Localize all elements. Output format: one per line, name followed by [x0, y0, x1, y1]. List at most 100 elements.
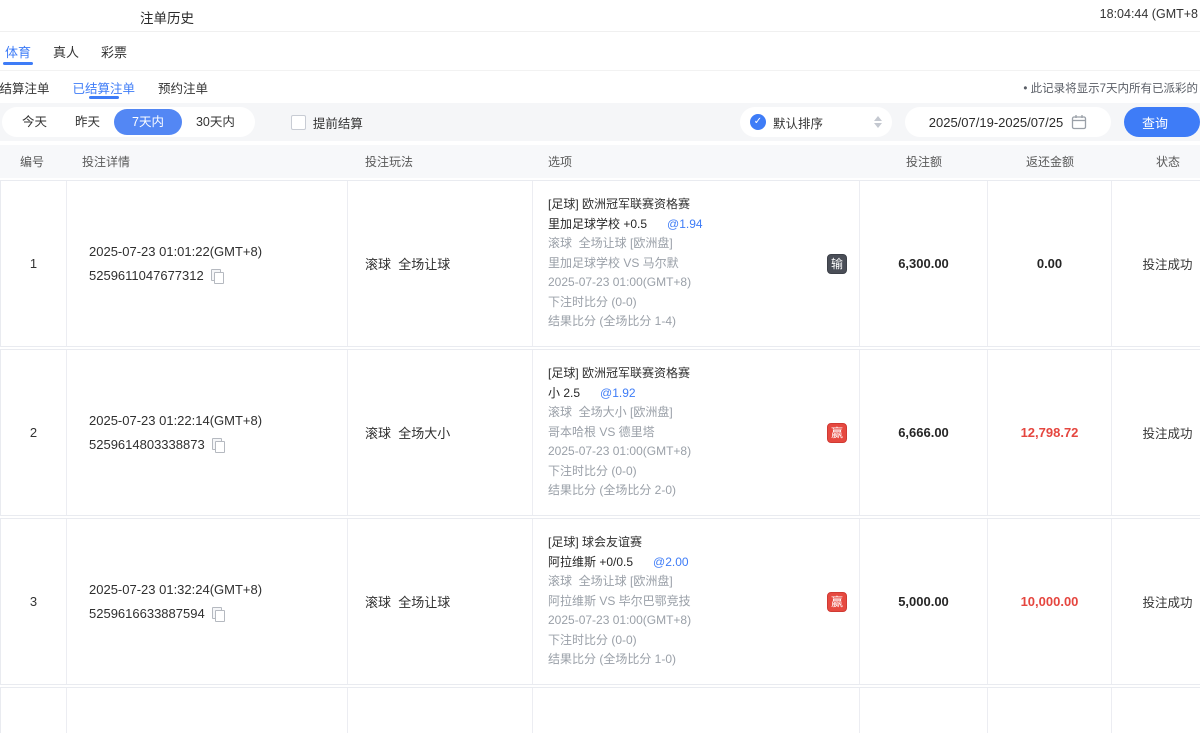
payout-value: 12,798.72: [1021, 425, 1079, 440]
option-market: 滚球 全场让球 [欧洲盘]: [548, 234, 815, 254]
option-market: 滚球 全场大小 [欧洲盘]: [548, 403, 815, 423]
cell-payout: 12,798.72: [988, 350, 1112, 515]
option-pick: 小 2.5: [548, 384, 580, 404]
table-body: 1 2025-07-23 01:01:22(GMT+8) 52596110476…: [0, 180, 1200, 733]
tab-lottery[interactable]: 彩票: [101, 32, 127, 70]
option-result-score: 结果比分 (全场比分 2-0): [548, 481, 815, 501]
cell-number: [0, 688, 67, 733]
category-tabs: 体育 真人 彩票: [0, 32, 1200, 71]
row-number: 2: [30, 425, 37, 440]
option-match: 阿拉维斯 VS 毕尔巴鄂竞技: [548, 592, 815, 612]
date-quick-filter-group: 今天 昨天 7天内 30天内: [2, 107, 255, 137]
early-settle-checkbox[interactable]: [291, 115, 306, 130]
option-odds: @2.00: [653, 553, 689, 573]
filter-7days[interactable]: 7天内: [114, 109, 182, 135]
cell-status: [1112, 688, 1200, 733]
option-bet-score: 下注时比分 (0-0): [548, 462, 815, 482]
cell-bet-type: 滚球 全场让球: [348, 181, 533, 346]
header-payout: 返还金额: [988, 153, 1112, 170]
title-bar: 注单历史 18:04:44 (GMT+8: [0, 0, 1200, 32]
cell-number: 1: [0, 181, 67, 346]
bet-time: 2025-07-23 01:22:14(GMT+8): [89, 409, 347, 433]
option-pick-row: 阿拉维斯 +0/0.5 @2.00: [548, 553, 815, 573]
sort-dropdown[interactable]: ✓ 默认排序: [740, 107, 892, 137]
subtab-settled[interactable]: 已结算注单: [73, 71, 136, 103]
header-status: 状态: [1112, 153, 1200, 170]
cell-bet-type: 滚球 全场大小: [348, 350, 533, 515]
bet-type: 滚球 全场让球: [365, 592, 532, 611]
tab-live-casino[interactable]: 真人: [53, 32, 79, 70]
sort-dropdown-value: 默认排序: [773, 113, 823, 132]
option-odds: @1.92: [600, 384, 636, 404]
option-league: [足球] 球会友谊赛: [548, 533, 815, 553]
cell-bet-type: 滚球 全场让球: [348, 519, 533, 684]
cell-payout: [988, 688, 1112, 733]
option-market: 滚球 全场让球 [欧洲盘]: [548, 572, 815, 592]
sort-arrows-icon: [874, 116, 882, 128]
row-number: 1: [30, 256, 37, 271]
filter-right-group: ✓ 默认排序 2025/07/19-2025/07/25 查询: [740, 107, 1200, 137]
bet-time: 2025-07-23 01:01:22(GMT+8): [89, 240, 347, 264]
option-pick-row: 小 2.5 @1.92: [548, 384, 815, 404]
status-text: 投注成功: [1142, 592, 1192, 611]
option-league: [足球] 欧洲冠军联赛资格赛: [548, 195, 815, 215]
tab-sports[interactable]: 体育: [5, 32, 31, 70]
settlement-subtabs: 未结算注单 已结算注单 预约注单 • 此记录将显示7天内所有已派彩的: [0, 71, 1200, 103]
cell-status: 投注成功: [1112, 350, 1200, 515]
cell-option: [足球] 球会友谊赛 阿拉维斯 +0/0.5 @2.00 滚球 全场让球 [欧洲…: [533, 519, 860, 684]
header-stake: 投注额: [860, 153, 988, 170]
subtab-reserved-label: 预约注单: [158, 78, 208, 97]
bet-id-row: 5259611047677312: [89, 264, 347, 288]
bet-type: 滚球 全场让球: [365, 254, 532, 273]
table-row: 2 2025-07-23 01:22:14(GMT+8) 52596148033…: [0, 349, 1200, 516]
date-range-value: 2025/07/19-2025/07/25: [929, 115, 1063, 130]
bet-id-row: 5259614803338873: [89, 433, 347, 457]
cell-number: 2: [0, 350, 67, 515]
date-range-picker[interactable]: 2025/07/19-2025/07/25: [905, 107, 1111, 137]
option-match-time: 2025-07-23 01:00(GMT+8): [548, 611, 815, 631]
row-number: 3: [30, 594, 37, 609]
subtab-unsettled[interactable]: 未结算注单: [0, 71, 50, 103]
header-bet-detail: 投注详情: [67, 153, 348, 170]
cell-stake: 5,000.00: [860, 519, 988, 684]
option-odds: @1.94: [667, 215, 703, 235]
cell-bet-detail: [67, 688, 348, 733]
bet-type: 滚球 全场大小: [365, 423, 532, 442]
subtab-unsettled-label: 未结算注单: [0, 78, 50, 97]
sort-check-icon: ✓: [750, 114, 766, 130]
result-badge: 赢: [827, 592, 847, 612]
tab-live-casino-label: 真人: [53, 42, 79, 61]
calendar-icon: [1071, 114, 1087, 130]
filter-today[interactable]: 今天: [8, 109, 61, 135]
early-settle-label: 提前结算: [313, 113, 363, 132]
bet-id: 5259614803338873: [89, 433, 205, 457]
cell-bet-type: [348, 688, 533, 733]
payout-value: 0.00: [1037, 256, 1062, 271]
result-badge: 赢: [827, 423, 847, 443]
bet-time: 2025-07-23 01:32:24(GMT+8): [89, 578, 347, 602]
tab-sports-label: 体育: [5, 42, 31, 61]
option-league: [足球] 欧洲冠军联赛资格赛: [548, 364, 815, 384]
filter-yesterday[interactable]: 昨天: [61, 109, 114, 135]
option-match: 里加足球学校 VS 马尔默: [548, 254, 815, 274]
record-notice: • 此记录将显示7天内所有已派彩的: [1023, 80, 1198, 96]
stake-value: 5,000.00: [898, 594, 949, 609]
stake-value: 6,666.00: [898, 425, 949, 440]
filter-30days[interactable]: 30天内: [182, 109, 249, 135]
copy-icon[interactable]: [212, 607, 223, 620]
cell-option: [足球] 非洲女子国家杯(在摩洛哥): [533, 688, 860, 733]
bet-history-table: 编号 投注详情 投注玩法 选项 投注额 返还金额 状态 1 2025-07-23…: [0, 145, 1200, 733]
option-pick-row: 里加足球学校 +0.5 @1.94: [548, 215, 815, 235]
early-settle-filter: 提前结算: [291, 113, 363, 132]
cell-option: [足球] 欧洲冠军联赛资格赛 里加足球学校 +0.5 @1.94 滚球 全场让球…: [533, 181, 860, 346]
cell-payout: 0.00: [988, 181, 1112, 346]
cell-stake: 6,666.00: [860, 350, 988, 515]
option-result-score: 结果比分 (全场比分 1-4): [548, 312, 815, 332]
tab-lottery-label: 彩票: [101, 42, 127, 61]
search-button[interactable]: 查询: [1124, 107, 1200, 137]
copy-icon[interactable]: [212, 438, 223, 451]
option-result-score: 结果比分 (全场比分 1-0): [548, 650, 815, 670]
subtab-reserved[interactable]: 预约注单: [158, 71, 208, 103]
copy-icon[interactable]: [211, 269, 222, 282]
header-bet-type: 投注玩法: [348, 153, 533, 170]
